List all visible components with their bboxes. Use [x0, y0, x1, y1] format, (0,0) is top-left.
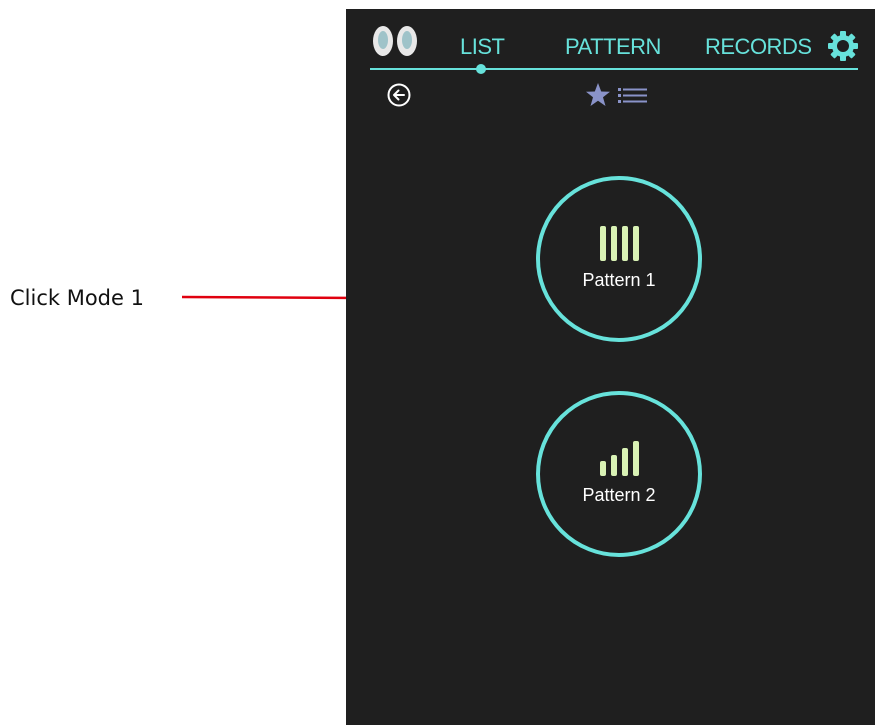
earbuds-logo-icon: [373, 26, 417, 56]
pattern-2-label: Pattern 2: [582, 485, 656, 505]
rising-bars-icon: [600, 441, 639, 476]
active-tab-indicator: [476, 64, 486, 74]
app-screen: LIST PATTERN RECORDS Pattern 1 Pattern 2: [346, 9, 875, 725]
pattern-1-button[interactable]: Pattern 1: [536, 176, 702, 342]
tab-records[interactable]: RECORDS: [705, 34, 812, 60]
pattern-1-label: Pattern 1: [582, 270, 656, 290]
tab-underline: [370, 68, 858, 70]
equal-bars-icon: [600, 226, 639, 261]
gear-icon[interactable]: [826, 29, 860, 63]
favorites-list-icon[interactable]: [585, 82, 653, 108]
pattern-2-button[interactable]: Pattern 2: [536, 391, 702, 557]
back-arrow-icon[interactable]: [386, 82, 412, 108]
tab-list[interactable]: LIST: [460, 34, 505, 60]
tab-pattern[interactable]: PATTERN: [565, 34, 661, 60]
